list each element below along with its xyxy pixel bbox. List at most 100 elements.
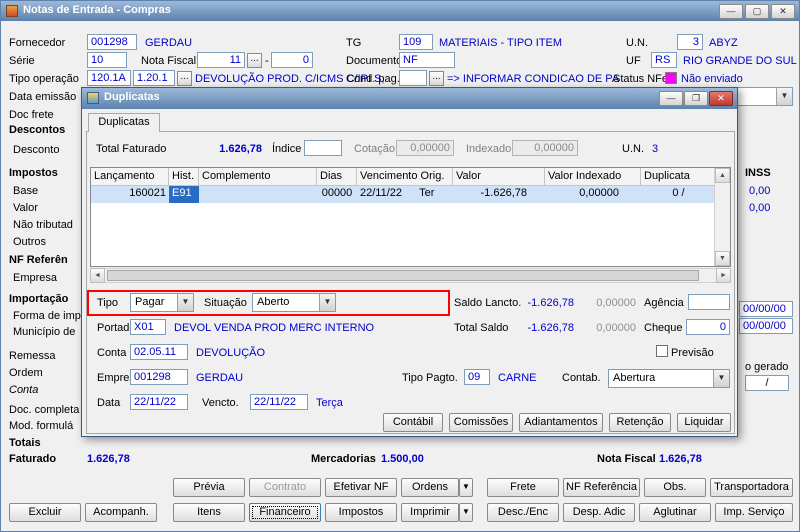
adiantamentos-button[interactable]: Adiantamentos [519, 413, 603, 432]
column-header-duplicata[interactable]: Duplicata [641, 168, 716, 185]
cell-valor-indexado[interactable]: 0,00000 [545, 186, 641, 203]
imprimir-dropdown-icon[interactable]: ▼ [459, 503, 473, 522]
chevron-down-icon[interactable]: ▼ [776, 88, 792, 105]
cell-lancamento[interactable]: 160021 [91, 186, 169, 203]
column-header-lancamento[interactable]: Lançamento [91, 168, 169, 185]
dialog-empresa-field[interactable]: 001298 [130, 369, 188, 385]
chevron-down-icon[interactable]: ▼ [177, 294, 193, 311]
cell-hist[interactable]: E91 [169, 186, 199, 203]
dialog-close-button[interactable]: ✕ [709, 91, 733, 106]
close-button[interactable]: ✕ [771, 4, 795, 19]
conta-slash-field[interactable]: / [745, 375, 789, 391]
chevron-down-icon[interactable]: ▼ [319, 294, 335, 311]
liquidar-button[interactable]: Liquidar [677, 413, 731, 432]
base-label: Base [13, 185, 39, 197]
column-header-valor-indexado[interactable]: Valor Indexado [545, 168, 641, 185]
scroll-left-icon[interactable]: ◄ [90, 268, 105, 283]
imprimir-button[interactable]: Imprimir [401, 503, 459, 522]
portador-field[interactable]: X01 [130, 319, 166, 335]
situacao-combo[interactable]: Aberto ▼ [252, 293, 336, 312]
table-row[interactable]: 160021 E91 00000 22/11/22 Ter -1.626,78 … [91, 186, 716, 203]
impostos-button[interactable]: Impostos [325, 503, 397, 522]
contabil-button[interactable]: Contábil [383, 413, 443, 432]
tab-duplicatas[interactable]: Duplicatas [88, 113, 160, 132]
column-header-valor[interactable]: Valor [453, 168, 545, 185]
ordens-dropdown-icon[interactable]: ▼ [459, 478, 473, 497]
duplicatas-dialog: Duplicatas — ❐ ✕ Duplicatas Total Fatura… [81, 87, 738, 437]
scroll-right-icon[interactable]: ► [716, 268, 731, 283]
grid-vertical-scrollbar[interactable]: ▲ ▼ [714, 168, 730, 266]
frete-button[interactable]: Frete [487, 478, 559, 497]
nota-fiscal-seq-field[interactable]: 0 [271, 52, 313, 68]
previa-button[interactable]: Prévia [173, 478, 245, 497]
column-header-dias[interactable]: Dias [317, 168, 357, 185]
tipo-operacao-browse-icon[interactable]: ... [177, 71, 192, 86]
grid-horizontal-scrollbar[interactable]: ◄ ► [90, 268, 731, 283]
empresa-label: Empresa [13, 272, 58, 284]
obs-button[interactable]: Obs. [644, 478, 706, 497]
column-header-hist[interactable]: Hist. [169, 168, 199, 185]
data-field[interactable]: 22/11/22 [130, 394, 188, 410]
desc-enc-button[interactable]: Desc./Enc [487, 503, 559, 522]
comissoes-button[interactable]: Comissões [449, 413, 513, 432]
nf-referencia-button[interactable]: NF Referência [563, 478, 640, 497]
itens-button[interactable]: Itens [173, 503, 245, 522]
vencto-label: Vencto. [202, 397, 239, 409]
cell-dias[interactable]: 00000 [317, 186, 357, 203]
scroll-down-icon[interactable]: ▼ [715, 251, 730, 266]
documento-field[interactable]: NF [399, 52, 455, 68]
retencao-button[interactable]: Retenção [609, 413, 671, 432]
cond-pag-browse-icon[interactable]: ... [429, 71, 444, 86]
previsao-label: Previsão [671, 347, 714, 359]
tipo-combo[interactable]: Pagar ▼ [130, 293, 194, 312]
conta-field[interactable]: 02.05.11 [130, 344, 188, 360]
aglutinar-button[interactable]: Aglutinar [639, 503, 711, 522]
minimize-button[interactable]: — [719, 4, 743, 19]
previsao-checkbox[interactable] [656, 345, 668, 357]
maximize-button[interactable]: ▢ [745, 4, 769, 19]
uf-field[interactable]: RS [651, 52, 677, 68]
portador-desc: DEVOL VENDA PROD MERC INTERNO [174, 322, 375, 334]
total-saldo-indexado: 0,00000 [596, 322, 636, 334]
cell-complemento[interactable] [199, 186, 317, 203]
cond-pag-field[interactable] [399, 70, 427, 86]
column-header-vencimento[interactable]: Vencimento Orig. [357, 168, 453, 185]
dialog-restore-button[interactable]: ❐ [684, 91, 708, 106]
financeiro-button[interactable]: Financeiro [249, 503, 321, 522]
dialog-title: Duplicatas [104, 91, 160, 103]
tipo-operacao-field1[interactable]: 120.1A [87, 70, 131, 86]
cell-vencimento[interactable]: 22/11/22 Ter [357, 186, 453, 203]
cell-duplicata[interactable]: 0 / [641, 186, 716, 203]
efetivar-nf-button[interactable]: Efetivar NF [325, 478, 397, 497]
cell-valor[interactable]: -1.626,78 [453, 186, 545, 203]
scroll-up-icon[interactable]: ▲ [715, 168, 730, 183]
tipo-operacao-field2[interactable]: 1.20.1 [133, 70, 175, 86]
nota-fiscal-field[interactable]: 11 [197, 52, 245, 68]
contab-combo[interactable]: Abertura ▼ [608, 369, 730, 388]
importacao-date-field-2[interactable]: 00/00/00 [739, 318, 793, 334]
transportadora-button[interactable]: Transportadora [710, 478, 793, 497]
ordens-button[interactable]: Ordens [401, 478, 459, 497]
tg-desc: MATERIAIS - TIPO ITEM [439, 37, 563, 49]
indice-field[interactable] [304, 140, 342, 156]
excluir-button[interactable]: Excluir [9, 503, 81, 522]
imp-servico-button[interactable]: Imp. Serviço [715, 503, 793, 522]
desp-adic-button[interactable]: Desp. Adic [563, 503, 635, 522]
dialog-minimize-button[interactable]: — [659, 91, 683, 106]
tipo-pagto-field[interactable]: 09 [464, 369, 490, 385]
status-nfe-label: Status NFe [613, 73, 669, 85]
vencto-field[interactable]: 22/11/22 [250, 394, 308, 410]
fornecedor-field[interactable]: 001298 [87, 34, 137, 50]
importacao-date-field-1[interactable]: 00/00/00 [739, 301, 793, 317]
scrollbar-thumb[interactable] [107, 270, 699, 281]
cheque-field[interactable]: 0 [686, 319, 730, 335]
column-header-complemento[interactable]: Complemento [199, 168, 317, 185]
contrato-button[interactable]: Contrato [249, 478, 321, 497]
acompanh-button[interactable]: Acompanh. [85, 503, 157, 522]
chevron-down-icon[interactable]: ▼ [713, 370, 729, 387]
nota-fiscal-browse-icon[interactable]: ... [247, 53, 262, 68]
agencia-field[interactable] [688, 294, 730, 310]
serie-field[interactable]: 10 [87, 52, 127, 68]
tg-field[interactable]: 109 [399, 34, 433, 50]
un-field[interactable]: 3 [677, 34, 703, 50]
